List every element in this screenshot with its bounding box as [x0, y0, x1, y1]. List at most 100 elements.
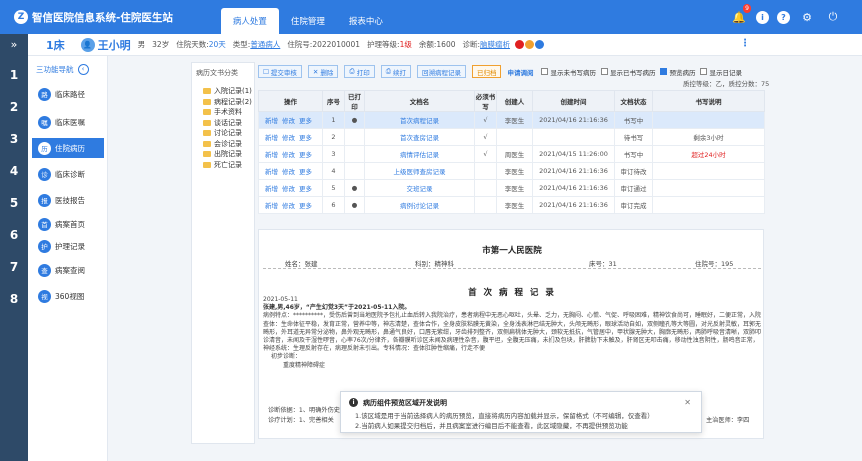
- power-icon[interactable]: ⏻: [824, 8, 842, 26]
- apply-access-link[interactable]: 申请调阅: [507, 67, 533, 77]
- cell-docname[interactable]: 上级医师查房记录: [364, 162, 475, 180]
- checkbox-box: [541, 68, 549, 75]
- submit-review-button[interactable]: ☐ 提交审核: [258, 65, 302, 78]
- row-add-link[interactable]: 新增: [265, 202, 278, 210]
- category-discussion-record[interactable]: 讨论记录: [203, 128, 252, 139]
- row-edit-link[interactable]: 修改: [282, 185, 295, 193]
- row-add-link[interactable]: 新增: [265, 134, 278, 142]
- print-button[interactable]: ⎙ 打印: [344, 65, 375, 78]
- doc-body: 2021-05-11 张建,男,46岁，“产生幻觉3天”于2021-05-11入…: [263, 296, 761, 370]
- nav-report-center[interactable]: 报表中心: [337, 8, 395, 34]
- doc-name-field: 姓名：张建: [285, 260, 318, 268]
- row-add-link[interactable]: 新增: [265, 168, 278, 176]
- nav-inpatient-management[interactable]: 住院管理: [279, 8, 337, 34]
- cell-must: √: [474, 111, 497, 129]
- category-admission-record[interactable]: 入院记录(1): [203, 86, 252, 97]
- row-add-link[interactable]: 新增: [265, 185, 278, 193]
- sidebar-item-nursing-records[interactable]: 护护理记录: [32, 236, 104, 256]
- show-written-checkbox[interactable]: 显示已书写病历: [600, 67, 655, 77]
- category-surgery-material[interactable]: 手术资料: [203, 107, 252, 118]
- sidebar-item-case-front-page[interactable]: 首病案首页: [32, 214, 104, 234]
- rail-step-3: 3: [9, 132, 19, 146]
- sidebar-item-clinical-path[interactable]: 路临床路径: [32, 84, 104, 104]
- close-icon[interactable]: ✕: [684, 398, 691, 407]
- continue-print-button[interactable]: ⎙ 续打: [380, 65, 411, 78]
- top-bar: Z 智信医院信息系统-住院医生站 病人处置 住院管理 报表中心 🔔 9 i ? ⚙…: [0, 0, 862, 34]
- row-more-link[interactable]: 更多: [299, 202, 312, 210]
- row-edit-link[interactable]: 修改: [282, 117, 295, 125]
- sidebar-collapse-icon[interactable]: ‹: [77, 63, 89, 75]
- folder-icon: [203, 88, 211, 95]
- table-row[interactable]: 新增 修改 更多 3 病情评估记录 √ 周医生 2021/04/15 11:26:00 书写中超…: [258, 145, 765, 163]
- sidebar-item-360-view[interactable]: 视 360视图: [32, 286, 104, 306]
- info-icon[interactable]: i: [756, 10, 769, 24]
- cell-docname[interactable]: 交班记录: [364, 179, 475, 197]
- row-edit-link[interactable]: 修改: [282, 168, 295, 176]
- row-edit-link[interactable]: 修改: [282, 202, 295, 210]
- row-more-link[interactable]: 更多: [299, 117, 312, 125]
- cell-time: 2021/04/16 21:16:36: [532, 179, 615, 197]
- row-more-link[interactable]: 更多: [299, 134, 312, 142]
- patient-info-bar: » 1床 👤 王小明 男 32岁 住院天数:20天 类型:普通病人 住院号:20…: [0, 33, 862, 56]
- trace-record-button[interactable]: 回溯病程记录: [416, 65, 466, 78]
- show-unwritten-checkbox[interactable]: 显示未书写病历: [541, 67, 596, 77]
- row-more-link[interactable]: 更多: [299, 185, 312, 193]
- row-edit-link[interactable]: 修改: [282, 151, 295, 159]
- checkbox-box: [700, 68, 708, 75]
- popup-title: 病历组件预览区域开发说明: [363, 399, 447, 407]
- show-daily-record-checkbox[interactable]: 显示日记录: [700, 67, 742, 77]
- cell-no: 1: [322, 111, 345, 129]
- sidebar-item-medical-report[interactable]: 报医技报告: [32, 190, 104, 210]
- function-sidebar: 三功能导航 ‹ 路临床路径 嘱临床医嘱 历住院病历 诊临床诊断 报医技报告 首病…: [28, 56, 108, 461]
- row-edit-link[interactable]: 修改: [282, 134, 295, 142]
- cell-docname[interactable]: 首次查房记录: [364, 128, 475, 146]
- cell-creator: [496, 128, 533, 146]
- cell-creator: 周医生: [496, 145, 533, 163]
- category-talk-record[interactable]: 谈话记录: [203, 118, 252, 129]
- doc-date: 2021-05-11: [263, 296, 298, 303]
- cell-must: √: [474, 128, 497, 146]
- checkbox-box: [600, 68, 608, 75]
- row-add-link[interactable]: 新增: [265, 151, 278, 159]
- col-printed: 已打印: [344, 90, 365, 112]
- folder-icon: [203, 140, 211, 147]
- delete-button[interactable]: ✕ 删除: [307, 65, 339, 78]
- doc-init-diag: 重度精神障碍症: [283, 361, 326, 369]
- tag-red: [515, 40, 525, 49]
- cell-creator: 李医生: [496, 162, 533, 180]
- more-menu-icon[interactable]: ⋮: [740, 38, 750, 49]
- app-title: 智信医院信息系统-住院医生站: [32, 11, 173, 24]
- sidebar-item-clinical-diagnosis[interactable]: 诊临床诊断: [32, 164, 104, 184]
- expand-sidebar-button[interactable]: »: [0, 33, 28, 56]
- table-row[interactable]: 新增 修改 更多 5 ● 交班记录 李医生 2021/04/16 21:16:36 审订通过: [258, 179, 765, 197]
- archived-button[interactable]: 已归档: [471, 65, 502, 78]
- preview-record-checkbox[interactable]: 预览病历: [660, 67, 695, 77]
- patient-type: 类型:普通病人: [232, 40, 281, 49]
- bed-number: 1床: [46, 38, 65, 52]
- cell-docname[interactable]: 病情评估记录: [364, 145, 475, 163]
- notification-bell-icon[interactable]: 🔔 9: [730, 4, 751, 26]
- row-more-link[interactable]: 更多: [299, 168, 312, 176]
- records-icon: 历: [38, 141, 51, 155]
- sidebar-item-case-review[interactable]: 查病案查阅: [32, 260, 104, 280]
- sidebar-header: 三功能导航 ‹: [28, 56, 107, 82]
- sidebar-item-inpatient-records[interactable]: 历住院病历: [32, 138, 104, 158]
- table-row[interactable]: 新增 修改 更多 1 ● 首次病程记录 √ 李医生 2021/04/16 21:16:36 书写中: [258, 111, 765, 129]
- row-more-link[interactable]: 更多: [299, 151, 312, 159]
- table-row[interactable]: 新增 修改 更多 2 首次查房记录 √ 待书写 剩余3小时: [258, 128, 765, 146]
- cell-docname[interactable]: 首次病程记录: [364, 111, 475, 129]
- table-row[interactable]: 新增 修改 更多 6 ● 病例讨论记录 李医生 2021/04/16 21:16:36 审订完成: [258, 196, 765, 214]
- cell-docname[interactable]: 病例讨论记录: [364, 196, 475, 214]
- cell-no: 2: [322, 128, 345, 146]
- category-death-record[interactable]: 死亡记录: [203, 160, 252, 171]
- orders-icon: 嘱: [38, 115, 51, 129]
- category-consultation-record[interactable]: 会诊记录: [203, 139, 252, 150]
- settings-gear-icon[interactable]: ⚙: [798, 8, 816, 26]
- help-icon[interactable]: ?: [777, 10, 790, 24]
- category-discharge-record[interactable]: 出院记录: [203, 149, 252, 160]
- nav-patient-handling[interactable]: 病人处置: [220, 8, 279, 34]
- row-add-link[interactable]: 新增: [265, 117, 278, 125]
- category-progress-record[interactable]: 病程记录(2): [203, 97, 252, 108]
- table-row[interactable]: 新增 修改 更多 4 上级医师查房记录 李医生 2021/04/16 21:16:36 审订待…: [258, 162, 765, 180]
- sidebar-item-clinical-orders[interactable]: 嘱临床医嘱: [32, 112, 104, 132]
